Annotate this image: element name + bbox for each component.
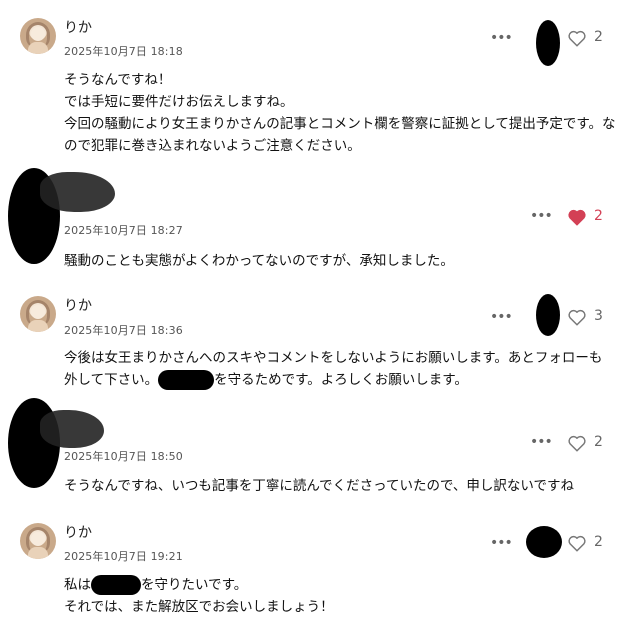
redaction-mark: [526, 526, 562, 558]
like-count: 2: [594, 208, 603, 224]
comment-body: そうなんですね、いつも記事を丁寧に読んでくださっていたので、申し訳ないですね: [64, 478, 575, 494]
like-count: 2: [594, 29, 603, 45]
comment-date: 2025年10月7日 18:18: [64, 45, 183, 58]
comment-date: 2025年10月7日 18:50: [64, 450, 183, 463]
comment-body: 私は を守りたいです。 それでは、また解放区でお会いしましょう！: [64, 575, 334, 615]
avatar[interactable]: [20, 296, 56, 332]
heart-outline-icon[interactable]: [566, 532, 588, 554]
heart-outline-icon[interactable]: [566, 27, 588, 49]
comment-body: 今後は女王まりかさんへのスキやコメントをしないようにお願いします。あとフォローも…: [64, 350, 603, 390]
like-count: 2: [594, 434, 603, 450]
more-options-button[interactable]: •••: [490, 30, 513, 46]
commenter-name[interactable]: りか: [64, 522, 92, 542]
more-options-button[interactable]: •••: [490, 309, 513, 325]
heart-outline-icon[interactable]: [566, 306, 588, 328]
more-options-button[interactable]: •••: [530, 208, 553, 224]
comment-date: 2025年10月7日 18:36: [64, 324, 183, 337]
redaction-mark: [536, 294, 560, 336]
redaction-mark: [536, 20, 560, 66]
heart-outline-icon[interactable]: [566, 432, 588, 454]
comment-body: 騒動のことも実態がよくわかってないのですが、承知しました。: [64, 253, 454, 269]
comment-body: そうなんですね！ では手短に要件だけお伝えしますね。 今回の騒動により女王まりか…: [64, 72, 616, 154]
heart-filled-icon[interactable]: [566, 206, 588, 228]
more-options-button[interactable]: •••: [490, 535, 513, 551]
commenter-name[interactable]: りか: [64, 295, 92, 315]
avatar[interactable]: [20, 523, 56, 559]
like-count: 3: [594, 308, 603, 324]
redaction-mark: [158, 370, 215, 390]
name-redacted: [40, 410, 104, 448]
avatar[interactable]: [20, 18, 56, 54]
commenter-name[interactable]: りか: [64, 17, 92, 37]
like-count: 2: [594, 534, 603, 550]
name-redacted: [40, 172, 115, 212]
comment-date: 2025年10月7日 19:21: [64, 550, 183, 563]
comment-date: 2025年10月7日 18:27: [64, 224, 183, 237]
redaction-mark: [91, 575, 141, 595]
more-options-button[interactable]: •••: [530, 434, 553, 450]
